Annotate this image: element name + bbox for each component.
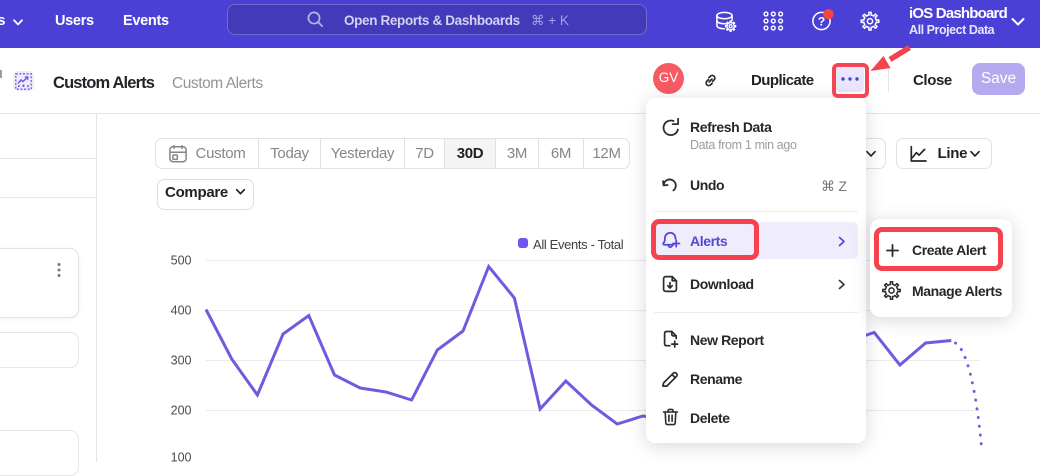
svg-text:500: 500 bbox=[171, 254, 192, 268]
svg-text:200: 200 bbox=[171, 404, 192, 418]
svg-text:100: 100 bbox=[171, 451, 192, 463]
svg-text:300: 300 bbox=[171, 354, 192, 368]
svg-text:400: 400 bbox=[171, 304, 192, 318]
